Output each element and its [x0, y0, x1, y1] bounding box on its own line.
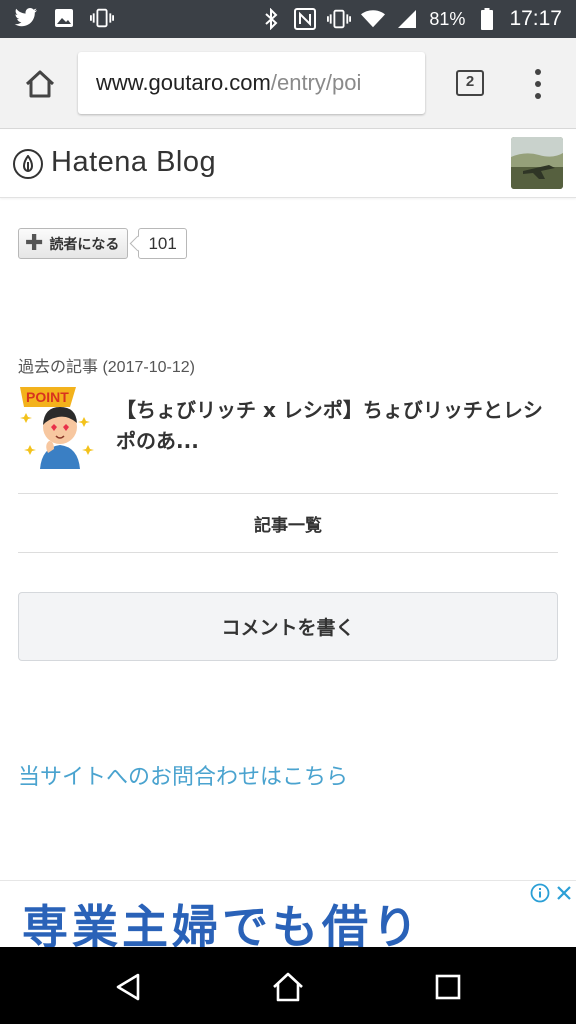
status-right: 81% 17:17 — [259, 7, 562, 31]
home-icon — [25, 70, 55, 98]
subscriber-count: 101 — [138, 228, 187, 259]
plus-icon: ✚ — [25, 230, 44, 256]
subscribe-button[interactable]: ✚ 読者になる — [18, 228, 129, 259]
url-text: www.goutaro.com/entry/poi — [96, 70, 361, 96]
image-icon — [52, 6, 76, 30]
divider — [18, 552, 558, 553]
url-host: www.goutaro.com — [96, 70, 271, 95]
article-list-link[interactable]: 記事一覧 — [18, 494, 558, 552]
overflow-menu-button[interactable] — [528, 66, 548, 102]
nfc-icon — [293, 7, 317, 31]
back-icon — [116, 973, 140, 1001]
past-article-title: 【ちょびリッチ x レシポ】ちょびリッチとレシポのあ... — [116, 398, 543, 453]
ad-banner[interactable]: 専業主婦でも借り — [0, 880, 576, 947]
point-badge-text: POINT — [26, 389, 69, 405]
vibrate-icon — [90, 6, 114, 30]
write-comment-button[interactable]: コメントを書く — [18, 592, 558, 661]
ad-close-icon[interactable] — [552, 881, 576, 905]
subscribe-widget: ✚ 読者になる 101 — [18, 228, 187, 259]
recents-button[interactable] — [428, 967, 468, 1007]
user-avatar[interactable] — [511, 137, 563, 189]
ad-info-icon[interactable] — [528, 881, 552, 905]
hatena-logo-icon[interactable] — [13, 149, 43, 179]
home-outline-icon — [273, 972, 303, 1002]
clock: 17:17 — [509, 7, 562, 30]
signal-icon — [395, 7, 419, 31]
ad-controls — [528, 881, 576, 905]
vibrate-icon — [327, 7, 352, 31]
tab-switcher-button[interactable]: 2 — [456, 70, 484, 96]
ad-text: 専業主婦でも借り — [22, 900, 422, 947]
system-nav-bar — [0, 947, 576, 1024]
bluetooth-icon — [259, 7, 283, 31]
url-path: /entry/poi — [270, 70, 362, 95]
home-button[interactable] — [20, 64, 60, 104]
hatena-blog-logo[interactable]: Hatena Blog — [51, 146, 216, 179]
past-article-link[interactable]: POINT 【ちょびリッチ x レシポ】ちょびリッチとレシポのあ... — [18, 383, 558, 471]
contact-link[interactable]: 当サイトへのお問合わせはこちら — [18, 759, 348, 791]
past-article-thumbnail: POINT — [18, 383, 98, 469]
status-left — [14, 6, 114, 30]
past-article-label: 過去の記事 (2017-10-12) — [18, 359, 195, 376]
wifi-icon — [361, 7, 386, 31]
home-nav-button[interactable] — [268, 967, 308, 1007]
blog-header: Hatena Blog — [0, 130, 576, 198]
subscribe-label: 読者になる — [49, 236, 120, 253]
address-bar[interactable]: www.goutaro.com/entry/poi — [78, 52, 425, 114]
status-bar: 81% 17:17 — [0, 0, 576, 38]
browser-toolbar: www.goutaro.com/entry/poi 2 — [0, 38, 576, 129]
subscriber-count-bubble: 101 — [138, 228, 187, 259]
recents-icon — [435, 974, 461, 1000]
back-button[interactable] — [108, 967, 148, 1007]
battery-percent: 81% — [429, 8, 466, 29]
battery-icon — [475, 7, 499, 31]
twitter-icon — [14, 6, 38, 30]
